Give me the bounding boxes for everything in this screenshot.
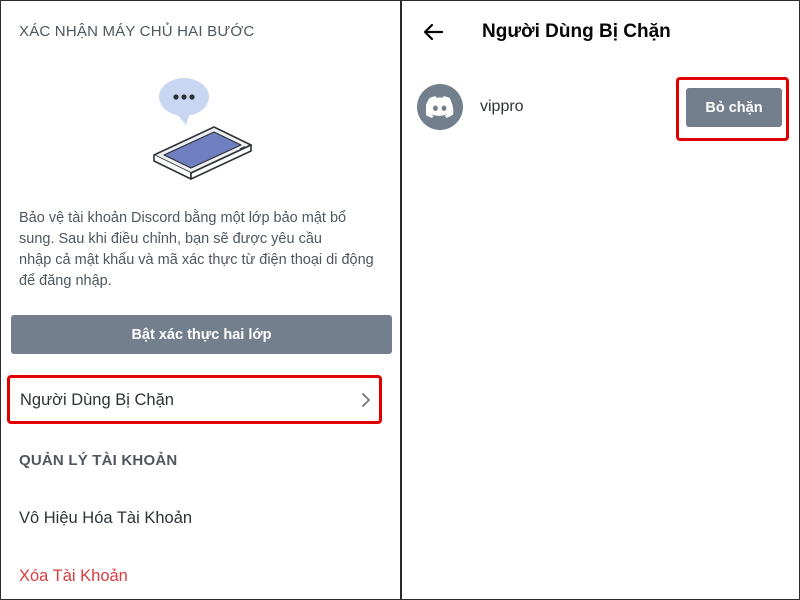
chevron-right-icon: [362, 393, 370, 407]
account-management-title: QUẢN LÝ TÀI KHOẢN: [19, 452, 178, 469]
blocked-users-row[interactable]: Người Dùng Bị Chặn: [7, 375, 382, 424]
description-line: để đăng nhập.: [19, 273, 112, 289]
description-line: sung. Sau khi điều chỉnh, bạn sẽ được yê…: [19, 231, 322, 247]
discord-logo-icon: [426, 96, 454, 118]
two-step-section-title: XÁC NHẬN MÁY CHỦ HAI BƯỚC: [19, 23, 255, 40]
blocked-users-panel: Người Dùng Bị Chặn vippro Bỏ chặn: [402, 1, 799, 599]
enable-2fa-button[interactable]: Bật xác thực hai lớp: [11, 315, 392, 354]
avatar: [417, 84, 463, 130]
back-arrow-icon[interactable]: [422, 23, 444, 41]
unblock-highlight: Bỏ chặn: [676, 77, 789, 141]
description-line: Bảo vệ tài khoản Discord bằng một lớp bả…: [19, 210, 347, 226]
two-step-description: Bảo vệ tài khoản Discord bằng một lớp bả…: [19, 208, 389, 292]
unblock-button[interactable]: Bỏ chặn: [686, 88, 782, 127]
settings-panel: XÁC NHẬN MÁY CHỦ HAI BƯỚC Bảo vệ tài kho…: [1, 1, 400, 599]
page-title: Người Dùng Bị Chặn: [482, 21, 671, 42]
blocked-username: vippro: [480, 98, 524, 115]
description-line: nhập cả mật khẩu và mã xác thực từ điện …: [19, 252, 374, 268]
delete-account-item[interactable]: Xóa Tài Khoản: [19, 567, 128, 586]
phone-illustration: [153, 78, 252, 180]
disable-account-item[interactable]: Vô Hiệu Hóa Tài Khoản: [19, 509, 192, 528]
blocked-users-label: Người Dùng Bị Chặn: [20, 391, 174, 409]
